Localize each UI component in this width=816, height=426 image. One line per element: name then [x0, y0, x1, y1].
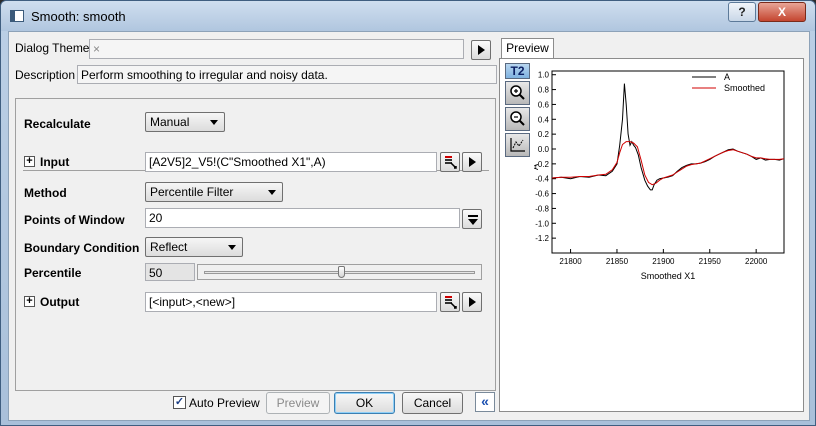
input-field[interactable]: [A2V5]2_V5!(C"Smoothed X1",A) — [145, 152, 437, 172]
y-tick-label: -1.2 — [535, 234, 549, 243]
smooth-dialog-window: Smooth: smooth ? X Dialog Theme × Descri… — [0, 0, 816, 426]
x-tick-label: 21950 — [699, 257, 722, 266]
percentile-field[interactable]: 50 — [145, 263, 195, 281]
window-icon — [10, 10, 24, 22]
window-title: Smooth: smooth — [31, 9, 126, 24]
percentile-label: Percentile — [24, 266, 82, 280]
output-expand-toggle[interactable]: + — [24, 296, 35, 307]
output-select-range-button[interactable] — [440, 292, 460, 312]
cancel-button[interactable]: Cancel — [402, 392, 463, 414]
points-of-window-dropdown-button[interactable] — [462, 209, 482, 229]
help-button[interactable]: ? — [728, 2, 756, 22]
auto-preview-checkbox[interactable]: ✓ — [173, 396, 186, 409]
output-label: Output — [40, 295, 80, 309]
magnifier-plus-icon — [510, 85, 525, 100]
boundary-condition-value: Reflect — [150, 240, 188, 254]
rescale-axes-icon — [510, 138, 525, 152]
auto-preview-label: Auto Preview — [189, 396, 260, 410]
preview-chart: 1.00.80.60.40.20.0-0.2-0.4-0.6-0.8-1.0-1… — [534, 70, 785, 281]
zoom-in-icon[interactable] — [505, 81, 530, 105]
rescale-icon[interactable] — [505, 133, 530, 157]
chevron-down-icon — [210, 120, 218, 125]
chevron-down-icon — [268, 190, 276, 195]
y-tick-label: -0.8 — [535, 204, 549, 213]
y-tick-label: -1.0 — [535, 219, 549, 228]
x-axis-label: Smoothed X1 — [641, 271, 696, 281]
y-tick-label: 0.0 — [538, 145, 550, 154]
arrow-right-icon — [478, 45, 485, 55]
output-field[interactable]: [<input>,<new>] — [145, 292, 437, 312]
y-tick-label: 0.6 — [538, 100, 550, 109]
x-tick-label: 22000 — [745, 257, 768, 266]
legend-label-a: A — [724, 72, 730, 82]
y-tick-label: -0.6 — [535, 190, 549, 199]
method-value: Percentile Filter — [150, 185, 234, 199]
percentile-slider[interactable] — [197, 264, 482, 280]
y-axis-label: A — [534, 164, 540, 170]
y-tick-label: -0.4 — [535, 175, 549, 184]
slider-thumb[interactable] — [337, 266, 345, 278]
collapse-preview-icon[interactable]: « — [475, 392, 495, 412]
y-tick-label: 0.2 — [538, 130, 550, 139]
input-expand-toggle[interactable]: + — [24, 156, 35, 167]
boundary-condition-label: Boundary Condition — [24, 241, 140, 255]
x-tick-label: 21800 — [559, 257, 582, 266]
y-tick-label: 0.8 — [538, 86, 550, 95]
dialog-client-area: Dialog Theme × Description Perform smoot… — [8, 31, 810, 421]
input-menu-button[interactable] — [462, 152, 482, 172]
y-tick-label: 0.4 — [538, 115, 550, 124]
tab-preview[interactable]: Preview — [501, 38, 554, 58]
legend-label-smoothed: Smoothed — [724, 83, 765, 93]
range-select-icon — [445, 156, 457, 169]
recalculate-value: Manual — [150, 115, 190, 129]
zoom-out-icon[interactable] — [505, 107, 530, 131]
output-menu-button[interactable] — [462, 292, 482, 312]
boundary-condition-combo[interactable]: Reflect — [145, 237, 243, 257]
graph-toolbox: T2 — [505, 63, 530, 159]
magnifier-minus-icon — [510, 111, 525, 126]
title-bar[interactable]: Smooth: smooth ? X — [1, 1, 815, 31]
preview-panel: T2 1.0 0.8 0.6 0.4 0.2 0.0 -0.2 -0.4 -0.… — [499, 58, 804, 412]
description-text: Perform smoothing to irregular and noisy… — [77, 65, 497, 84]
preview-button[interactable]: Preview — [266, 392, 330, 414]
ok-button[interactable]: OK — [334, 392, 395, 414]
input-select-range-button[interactable] — [440, 152, 460, 172]
x-tick-label: 21900 — [652, 257, 675, 266]
points-of-window-label: Points of Window — [24, 213, 125, 227]
chevron-down-icon — [228, 245, 236, 250]
range-select-icon — [445, 296, 457, 309]
method-label: Method — [24, 186, 67, 200]
points-of-window-field[interactable]: 20 — [145, 208, 460, 228]
method-combo[interactable]: Percentile Filter — [145, 182, 283, 202]
dialog-theme-field[interactable]: × — [89, 39, 464, 59]
x-tick-label: 21850 — [606, 257, 629, 266]
dialog-theme-label: Dialog Theme — [15, 41, 90, 55]
arrow-right-icon — [469, 157, 476, 167]
input-label: Input — [40, 155, 70, 169]
dialog-theme-menu-button[interactable] — [471, 40, 491, 60]
plot-frame — [551, 70, 785, 254]
y-tick-label: 1.0 — [538, 71, 550, 80]
recalculate-combo[interactable]: Manual — [145, 112, 225, 132]
dropdown-arrow-icon — [468, 215, 478, 225]
arrow-right-icon — [469, 297, 476, 307]
t2-button[interactable]: T2 — [505, 63, 530, 79]
recalculate-label: Recalculate — [24, 117, 91, 131]
close-button[interactable]: X — [758, 2, 806, 22]
description-label: Description — [15, 68, 76, 82]
